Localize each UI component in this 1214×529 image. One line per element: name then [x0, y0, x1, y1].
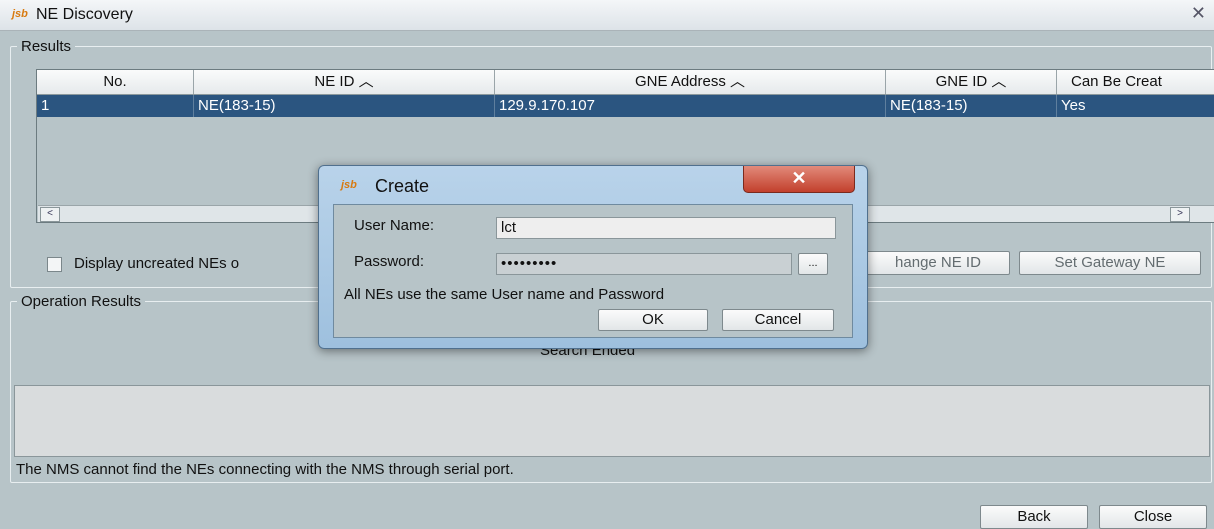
password-label: Password:	[354, 253, 425, 270]
browse-button[interactable]: ...	[798, 253, 828, 275]
title-bar: jsb NE Discovery ✕	[0, 0, 1214, 31]
results-legend: Results	[21, 38, 72, 55]
close-button[interactable]: Close	[1099, 505, 1207, 529]
dialog-note: All NEs use the same User name and Passw…	[344, 286, 665, 303]
close-icon[interactable]: ✕	[1191, 3, 1206, 24]
dialog-close-icon[interactable]: ✕	[743, 166, 855, 193]
column-header-can-be-created[interactable]: Can Be Creat	[1057, 70, 1214, 94]
dialog-body: User Name: lct Password: ••••••••• ... A…	[333, 204, 853, 338]
create-dialog: jsb Create ✕ User Name: lct Password: ••…	[318, 165, 868, 349]
cell-gne-address: 129.9.170.107	[495, 95, 886, 117]
password-input[interactable]: •••••••••	[496, 253, 792, 275]
cell-ne-id: NE(183-15)	[194, 95, 495, 117]
cancel-button[interactable]: Cancel	[722, 309, 834, 331]
operation-results-legend: Operation Results	[21, 293, 142, 310]
operation-message: The NMS cannot find the NEs connecting w…	[16, 461, 514, 478]
dialog-logo-icon: jsb	[341, 179, 357, 191]
change-ne-id-button[interactable]: hange NE ID	[866, 251, 1010, 275]
cell-can-be-created: Yes	[1061, 97, 1086, 114]
back-button[interactable]: Back	[980, 505, 1088, 529]
cell-no: 1	[37, 95, 194, 117]
column-header-ne-id[interactable]: NE ID ︿	[194, 70, 495, 94]
cell-gne-id: NE(183-15)	[886, 95, 1057, 117]
table-row[interactable]: 1 NE(183-15) 129.9.170.107 NE(183-15) Ye…	[37, 95, 1214, 117]
ok-button[interactable]: OK	[598, 309, 708, 331]
scroll-right-icon[interactable]: >	[1170, 207, 1190, 222]
column-header-no[interactable]: No.	[37, 70, 194, 94]
table-header: No. NE ID ︿ GNE Address ︿ GNE ID ︿ Can B…	[37, 70, 1214, 95]
display-uncreated-label: Display uncreated NEs o	[74, 255, 240, 272]
operation-results-box	[14, 385, 1210, 457]
dialog-title: Create	[375, 176, 430, 196]
user-name-input[interactable]: lct	[496, 217, 836, 239]
scroll-left-icon[interactable]: <	[40, 207, 60, 222]
window-title: NE Discovery	[36, 6, 133, 23]
column-header-gne-id[interactable]: GNE ID ︿	[886, 70, 1057, 94]
set-gateway-ne-button[interactable]: Set Gateway NE	[1019, 251, 1201, 275]
user-name-label: User Name:	[354, 217, 435, 234]
ne-discovery-window: jsb NE Discovery ✕ Results No. NE ID ︿ G…	[0, 0, 1214, 529]
display-uncreated-checkbox[interactable]	[47, 257, 62, 272]
app-logo-icon: jsb	[12, 8, 28, 20]
column-header-gne-address[interactable]: GNE Address ︿	[495, 70, 886, 94]
